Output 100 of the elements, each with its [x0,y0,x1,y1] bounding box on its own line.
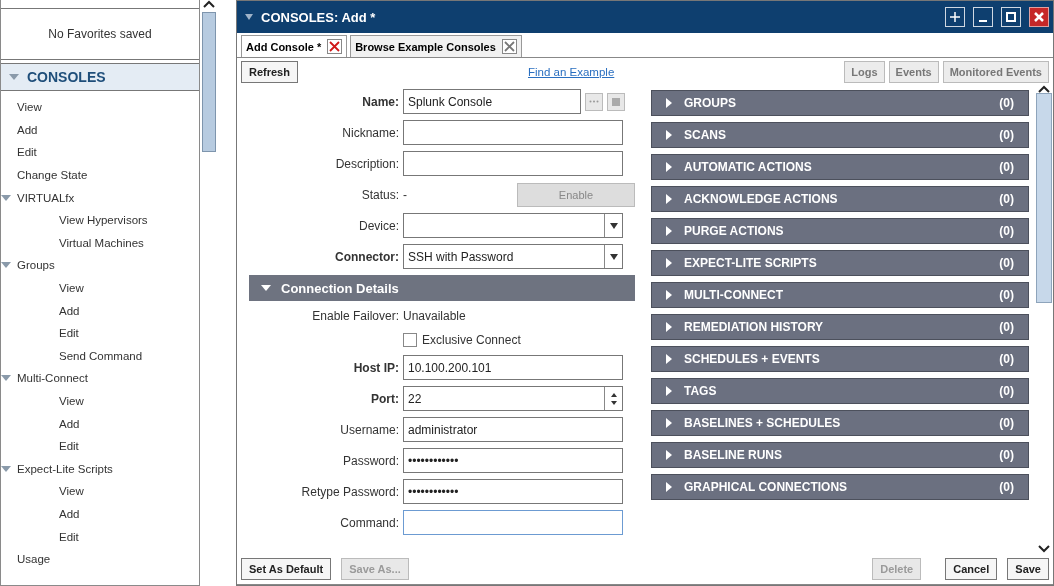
move-button[interactable] [945,7,965,27]
field-label: Nickname: [341,125,399,140]
collapse-triangle-icon [261,284,271,292]
nav-item[interactable]: View [1,96,199,119]
toolbar-button[interactable]: Events [888,60,939,83]
close-icon [329,41,341,52]
dots-icon [589,100,599,103]
nav-item[interactable]: Virtual Machines [1,231,199,255]
nav-item[interactable]: Usage [1,547,199,571]
field-label: Command: [339,515,399,530]
expand-triangle-icon [666,162,672,172]
nav-item[interactable]: View [1,389,199,413]
footer-button[interactable]: Set As Default [241,557,332,580]
spinner-arrows-icon [610,391,617,406]
section-bar[interactable]: GROUPS (0) [651,90,1029,116]
expand-triangle-icon [666,130,672,140]
scrollbar-thumb[interactable] [202,12,216,152]
nav-item[interactable]: View [1,480,199,503]
input-field[interactable]: Splunk Console [403,89,581,114]
footer-button[interactable]: Save [1007,557,1049,580]
expand-triangle-icon [1,261,11,270]
input-field[interactable] [403,151,623,176]
nav-item[interactable]: Groups [1,254,199,277]
nav-item[interactable]: Edit [1,321,199,345]
nav-item[interactable]: Add [1,412,199,435]
input-field[interactable]: 10.100.200.101 [403,355,623,380]
tab[interactable]: Add Console * [241,35,348,57]
tab[interactable]: Browse Example Consoles [350,35,522,57]
dropdown-field[interactable] [403,213,623,238]
input-field[interactable] [403,120,623,145]
nav-item[interactable]: Add [1,502,199,526]
section-bar[interactable]: SCHEDULES + EVENTS (0) [651,346,1029,372]
section-bar[interactable]: MULTI-CONNECT (0) [651,282,1029,308]
nav-item[interactable]: VIRTUALfx [1,186,199,209]
section-bar[interactable]: TAGS (0) [651,378,1029,404]
expand-triangle-icon [666,450,672,460]
close-tab-button[interactable] [327,39,343,54]
section-bar[interactable]: REMEDIATION HISTORY (0) [651,314,1029,340]
input-field[interactable]: •••••••••••• [403,448,623,473]
field-label: Username: [339,422,399,437]
nav-item[interactable]: Edit [1,141,199,164]
section-bar[interactable]: PURGE ACTIONS (0) [651,218,1029,244]
refresh-button[interactable]: Refresh [241,60,298,83]
scroll-up-icon[interactable] [203,0,215,8]
nav-item[interactable]: View [1,276,199,300]
expand-triangle-icon [1,193,11,202]
section-bar[interactable]: SCANS (0) [651,122,1029,148]
expand-triangle-icon [666,386,672,396]
nav-item[interactable]: Add [1,299,199,322]
toolbar-button[interactable]: Logs [844,60,885,83]
expand-triangle-icon [666,290,672,300]
expand-triangle-icon [666,194,672,204]
expand-triangle-icon [9,73,19,81]
field-label: Host IP: [352,360,399,375]
section-bar[interactable]: EXPECT-LITE SCRIPTS (0) [651,250,1029,276]
nav-item[interactable]: Multi-Connect [1,367,199,390]
nav-item[interactable]: Add [1,118,199,142]
status-value: - [403,187,407,202]
section-header[interactable]: CONSOLES [1,63,199,91]
footer-button[interactable]: Cancel [945,557,998,580]
nav-item[interactable]: Send Command [1,344,199,368]
nav-item[interactable]: View Hypervisors [1,208,199,232]
section-header[interactable]: Connection Details [249,275,635,301]
expand-triangle-icon [666,226,672,236]
checkbox-label[interactable]: Exclusive Connect [403,333,521,347]
spinner-field[interactable]: 22 [403,386,623,411]
dropdown-arrow-icon [609,253,618,260]
scroll-up-icon[interactable] [1038,85,1050,93]
input-field[interactable]: administrator [403,417,623,442]
section-bar[interactable]: BASELINE RUNS (0) [651,442,1029,468]
close-icon [1033,11,1045,23]
minimize-button[interactable] [973,7,993,27]
expand-triangle-icon [666,482,672,492]
field-label: Enable Failover: [311,309,399,323]
section-bar[interactable]: GRAPHICAL CONNECTIONS (0) [651,474,1029,500]
find-example-link[interactable]: Find an Example [528,65,615,78]
expand-triangle-icon [666,322,672,332]
section-bar[interactable]: AUTOMATIC ACTIONS (0) [651,154,1029,180]
field-label: Retype Password: [300,484,399,499]
scrollbar-thumb[interactable] [1036,93,1052,303]
status-label: Status: [360,187,399,202]
expand-triangle-icon [666,354,672,364]
section-bar[interactable]: ACKNOWLEDGE ACTIONS (0) [651,186,1029,212]
nav-item[interactable]: Expect-Lite Scripts [1,457,199,481]
nav-item[interactable]: Edit [1,434,199,458]
maximize-button[interactable] [1001,7,1021,27]
toolbar-button[interactable]: Monitored Events [942,60,1049,83]
section-bar[interactable]: BASELINES + SCHEDULES (0) [651,410,1029,436]
dropdown-field[interactable]: SSH with Password [403,244,623,269]
grid-button[interactable] [607,92,625,111]
nav-item[interactable]: Change State [1,163,199,187]
checkbox[interactable] [403,333,417,347]
close-tab-button[interactable] [501,39,517,54]
input-field[interactable] [403,510,623,535]
field-label: Name: [361,94,399,109]
scroll-down-icon[interactable] [1038,545,1050,553]
collapse-triangle-icon [245,14,253,20]
input-field[interactable]: •••••••••••• [403,479,623,504]
nav-item[interactable]: Edit [1,525,199,548]
close-button[interactable] [1029,7,1049,27]
